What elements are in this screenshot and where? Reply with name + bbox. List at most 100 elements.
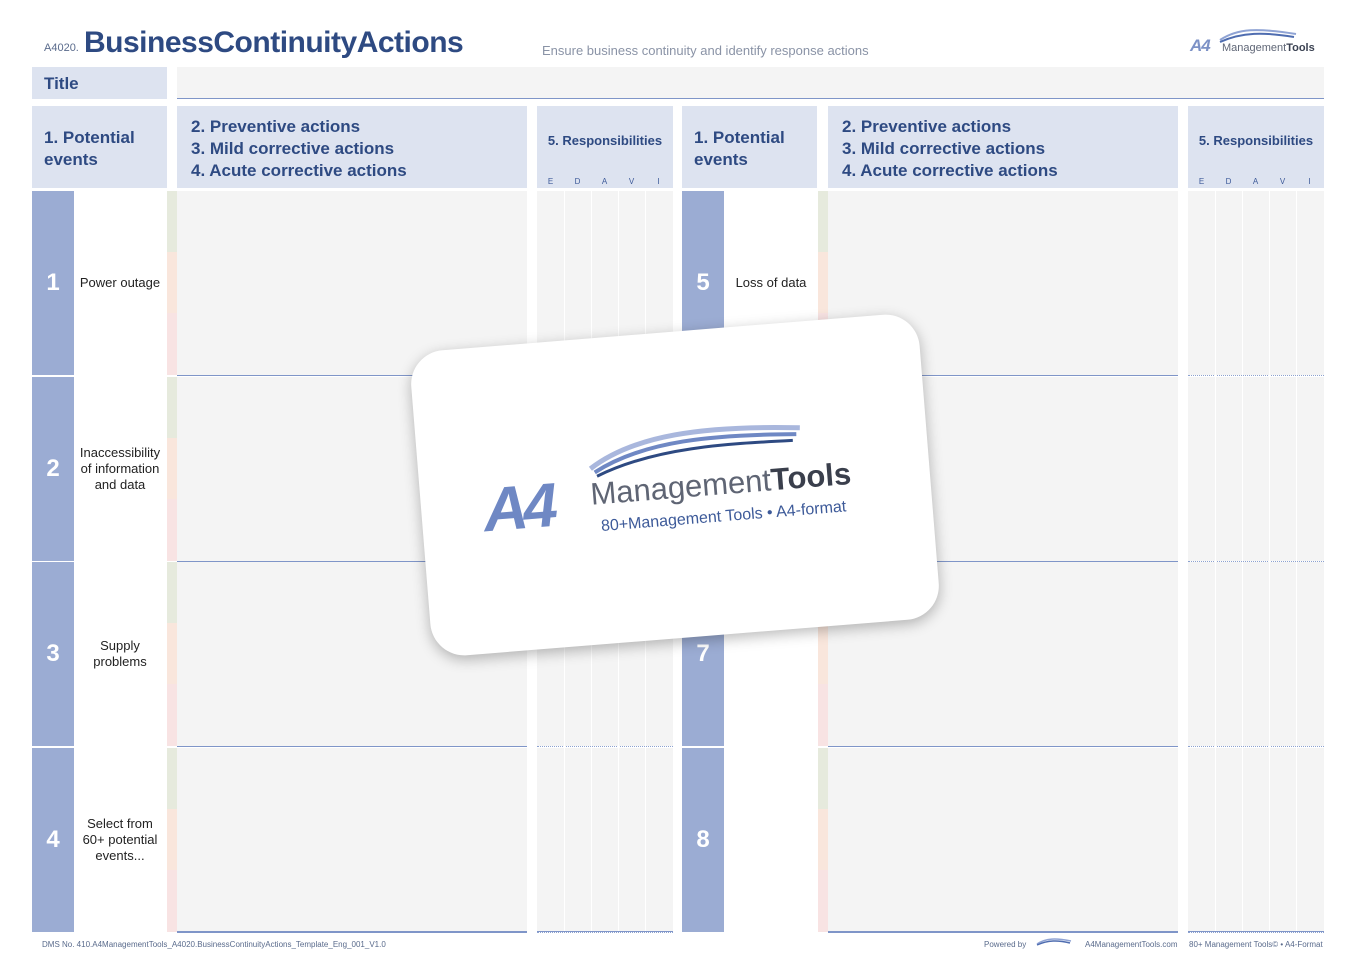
footer-wave-icon [1036,938,1072,946]
responsibility-cell[interactable] [1188,809,1324,870]
action-rule [177,932,527,933]
resp-letter-e: E [547,177,554,186]
action-color-strip [167,499,177,561]
overlay-logo-a4: A4 [480,471,556,546]
header-actions-left: 2. Preventive actions 3. Mild corrective … [177,106,527,188]
resp-letter-i: I [657,177,660,186]
footer-site-link[interactable]: A4ManagementTools.com [1085,940,1178,949]
responsibility-cell[interactable] [1188,313,1324,375]
event-label-left[interactable]: Supply problems [74,562,166,746]
bottom-rule [177,931,527,932]
action-cell[interactable] [828,748,1178,809]
action-color-strip [818,191,828,252]
action-color-strip [167,438,177,499]
action-color-strip [818,748,828,809]
action-cell[interactable] [828,623,1178,684]
resp-letter-v: V [628,177,635,186]
responsibility-cell[interactable] [537,684,673,746]
bottom-rule [1188,931,1324,932]
responsibility-rule [1188,746,1324,747]
action-color-strip [818,623,828,684]
action-color-strip [167,377,177,438]
header-responsibilities-left: 5. Responsibilities E D A V I [537,106,673,188]
responsibility-column-divider [1296,191,1297,932]
event-label-left[interactable]: Power outage [74,191,166,375]
responsibility-rule [537,932,673,933]
responsibility-cell[interactable] [1188,684,1324,746]
action-color-strip [167,623,177,684]
footer-dms: DMS No. 410.A4ManagementTools_A4020.Busi… [42,940,386,949]
page-subtitle: Ensure business continuity and identify … [542,43,869,58]
title-input[interactable] [177,67,1324,99]
event-number-left: 2 [32,377,74,561]
bottom-rule [537,931,673,932]
action-color-strip [818,870,828,932]
action-rule [828,932,1178,933]
action-cell[interactable] [828,684,1178,746]
header-responsibilities-right: 5. Responsibilities E D A V I [1188,106,1324,188]
brand-a4: A4 [1190,36,1211,55]
responsibility-column-divider [1242,191,1243,932]
responsibility-rule [1188,932,1324,933]
action-color-strip [167,313,177,375]
action-cell[interactable] [828,191,1178,252]
action-cell[interactable] [828,809,1178,870]
action-cell[interactable] [177,252,527,313]
action-color-strip [167,562,177,623]
responsibility-cell[interactable] [537,748,673,809]
action-rule [828,746,1178,747]
brand-name: ManagementTools [1222,42,1315,54]
responsibility-cell[interactable] [1188,499,1324,561]
row-separator [32,932,167,934]
responsibility-cell[interactable] [1188,252,1324,313]
header-potential-events-right: 1. Potential events [682,106,817,188]
action-cell[interactable] [828,252,1178,313]
brand-logo: A4 ManagementTools [1188,28,1318,58]
event-number-right: 8 [682,748,724,932]
page-title: BusinessContinuityActions [84,26,464,59]
action-color-strip [818,809,828,870]
event-number-left: 4 [32,748,74,932]
row-separator [682,932,817,934]
event-number-left: 3 [32,562,74,746]
responsibility-cell[interactable] [1188,438,1324,499]
header-actions-right: 2. Preventive actions 3. Mild corrective … [828,106,1178,188]
resp-letter-d: D [574,177,581,186]
responsibility-cell[interactable] [537,252,673,313]
action-color-strip [167,191,177,252]
template-code: A4020. [44,42,79,54]
action-cell[interactable] [177,684,527,746]
action-color-strip [167,748,177,809]
responsibility-column-divider [1269,191,1270,932]
responsibility-cell[interactable] [1188,191,1324,252]
action-rule [177,746,527,747]
event-label-left[interactable]: Inaccessibility of information and data [74,377,166,561]
responsibility-cell[interactable] [1188,562,1324,623]
responsibility-cell[interactable] [1188,748,1324,809]
event-label-right[interactable] [725,748,817,932]
action-color-strip [818,252,828,313]
responsibility-cell[interactable] [1188,870,1324,932]
title-label: Title [32,67,167,99]
action-color-strip [818,684,828,746]
event-number-left: 1 [32,191,74,375]
responsibility-cell[interactable] [537,191,673,252]
action-cell[interactable] [177,870,527,932]
header-potential-events-left: 1. Potential events [32,106,167,188]
footer-powered-by: Powered by [984,940,1027,949]
action-cell[interactable] [828,870,1178,932]
responsibility-cell[interactable] [537,870,673,932]
responsibility-cell[interactable] [1188,623,1324,684]
footer-tagline: 80+ Management Tools© • A4-Format [1189,940,1323,949]
action-color-strip [167,870,177,932]
responsibility-cell[interactable] [1188,377,1324,438]
action-cell[interactable] [177,191,527,252]
responsibility-cell[interactable] [537,809,673,870]
action-cell[interactable] [177,809,527,870]
action-color-strip [167,684,177,746]
event-label-left[interactable]: Select from 60+ potential events... [74,748,166,932]
action-cell[interactable] [177,748,527,809]
action-color-strip [167,809,177,870]
resp-letter-a: A [601,177,608,186]
brand-overlay-card: A4 ManagementTools 80+Management Tools •… [408,312,942,658]
